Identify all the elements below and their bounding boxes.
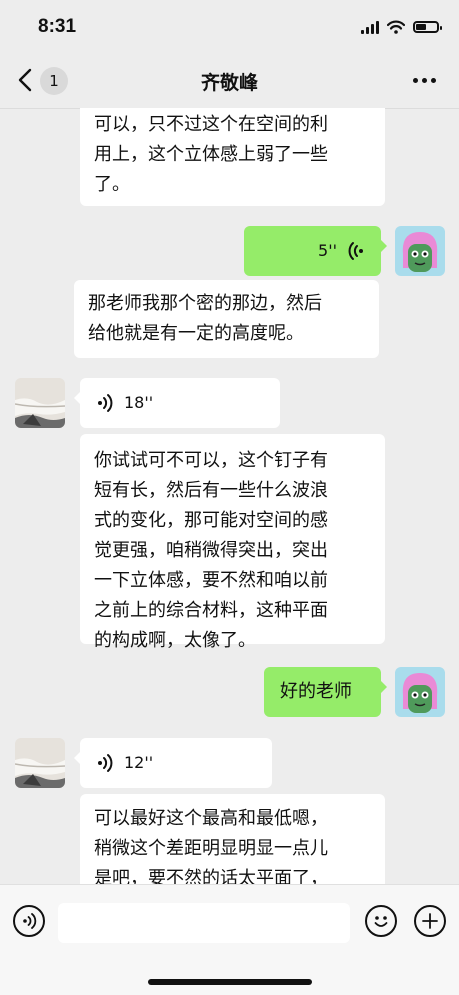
received-text-message[interactable]: 可以，只不过这个在空间的利 用上，这个立体感上弱了一些 了。 xyxy=(80,108,385,206)
chat-header: 1 齐敬峰 xyxy=(0,52,459,109)
voice-wave-icon xyxy=(98,394,113,412)
contact-avatar[interactable] xyxy=(15,378,65,428)
contact-avatar[interactable] xyxy=(15,738,65,788)
sent-voice-message[interactable]: 5'' xyxy=(244,226,387,276)
avatar-image xyxy=(15,738,65,788)
battery-icon xyxy=(413,21,442,33)
status-bar: 8:31 xyxy=(0,0,459,52)
message-input[interactable] xyxy=(58,903,350,943)
message-text: 好的老师 xyxy=(280,681,352,702)
message-text: 可以最好这个最高和最低嗯， 稍微这个差距明显明显一点儿 是吧，要不然的话太平面了… xyxy=(94,808,328,884)
received-text-message[interactable]: 那老师我那个密的那边，然后 给他就是有一定的高度呢。 xyxy=(74,280,379,358)
status-time: 8:31 xyxy=(38,16,77,37)
message-text: 你试试可不可以，这个钉子有 短有长，然后有一些什么波浪 式的变化，那可能对空间的… xyxy=(94,450,328,651)
wifi-icon xyxy=(387,20,405,34)
emoji-icon[interactable] xyxy=(365,905,397,937)
home-indicator[interactable] xyxy=(148,979,312,985)
received-text-message[interactable]: 你试试可不可以，这个钉子有 短有长，然后有一些什么波浪 式的变化，那可能对空间的… xyxy=(80,434,385,651)
self-avatar[interactable] xyxy=(395,226,445,276)
received-voice-message[interactable]: 12'' xyxy=(74,738,272,788)
message-text: 那老师我那个密的那边，然后 给他就是有一定的高度呢。 xyxy=(88,293,322,344)
voice-duration: 5'' xyxy=(318,241,337,260)
sent-text-message[interactable]: 好的老师 xyxy=(264,667,387,717)
voice-icon[interactable] xyxy=(13,905,45,937)
voice-duration: 12'' xyxy=(124,753,154,772)
avatar-image xyxy=(395,226,445,276)
voice-duration: 18'' xyxy=(124,393,154,412)
avatar-image xyxy=(15,378,65,428)
contact-name-title: 齐敬峰 xyxy=(200,72,258,94)
self-avatar[interactable] xyxy=(395,667,445,717)
message-list[interactable]: 可以，只不过这个在空间的利 用上，这个立体感上弱了一些 了。 5'' 那老师我那… xyxy=(0,108,459,884)
avatar-image xyxy=(395,667,445,717)
received-voice-message[interactable]: 18'' xyxy=(74,378,280,428)
cellular-signal-icon xyxy=(361,20,379,34)
more-icon[interactable] xyxy=(413,72,439,88)
plus-icon[interactable] xyxy=(414,905,446,937)
voice-wave-icon xyxy=(348,242,363,260)
voice-wave-icon xyxy=(98,754,113,772)
message-text: 可以，只不过这个在空间的利 用上，这个立体感上弱了一些 了。 xyxy=(94,114,328,195)
battery-level xyxy=(416,24,426,30)
status-icons xyxy=(361,20,442,34)
received-text-message[interactable]: 可以最好这个最高和最低嗯， 稍微这个差距明显明显一点儿 是吧，要不然的话太平面了… xyxy=(80,794,385,884)
